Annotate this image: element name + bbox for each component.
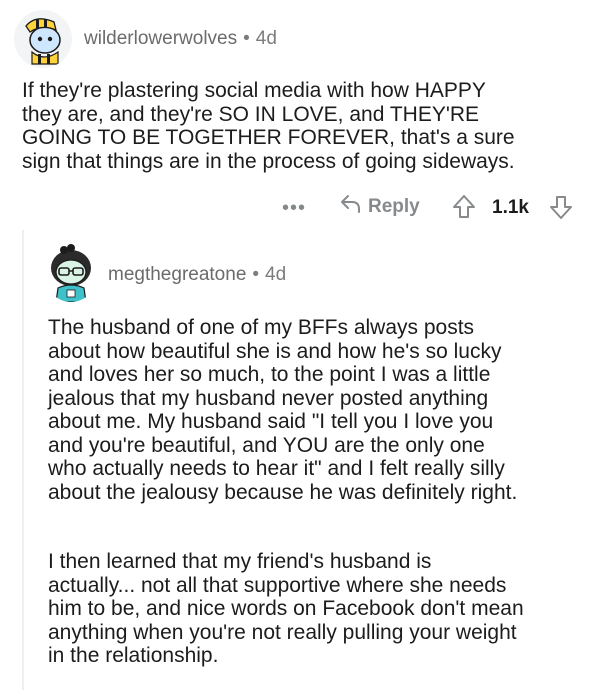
reply-button[interactable]: Reply bbox=[340, 193, 420, 221]
reply-paragraph-2: I then learned that my friend's husband … bbox=[48, 550, 524, 668]
reply-line: actually... not all that supportive wher… bbox=[48, 573, 507, 597]
username[interactable]: megthegreatone bbox=[108, 264, 246, 285]
reply-line: about me. My husband said "I tell you I … bbox=[48, 410, 494, 433]
reply-line: him to be, and nice words on Facebook do… bbox=[48, 597, 524, 620]
reply-line: and you're beautiful, and YOU are the on… bbox=[48, 433, 485, 457]
reply-paragraph-1: The husband of one of my BFFs always pos… bbox=[48, 316, 517, 504]
vote-score: 1.1k bbox=[492, 197, 529, 218]
upvote-arrow-icon[interactable] bbox=[452, 194, 476, 225]
comment-age: 4d bbox=[255, 28, 277, 49]
reply-line: anything when you're not really pulling … bbox=[48, 620, 517, 644]
reply-line: about the jealousy because he was defini… bbox=[48, 480, 518, 504]
reply-line: about how beautiful she is and how he's … bbox=[48, 339, 502, 363]
comment-line: sign that things are in the process of g… bbox=[22, 149, 515, 173]
reply-line: in the relationship. bbox=[48, 644, 219, 667]
comment-body: If they're plastering social media with … bbox=[22, 79, 515, 173]
more-options-button[interactable]: ••• bbox=[282, 197, 306, 220]
comment-line: GOING TO BE TOGETHER FOREVER, that's a s… bbox=[22, 126, 515, 149]
downvote-arrow-icon[interactable] bbox=[549, 194, 573, 225]
reply-line: who actually needs to hear it" and I fel… bbox=[48, 457, 505, 480]
comment-line: they are, and they're SO IN LOVE, and TH… bbox=[22, 102, 480, 126]
reply-line: jealous that my husband never posted any… bbox=[48, 386, 489, 410]
reply-line: The husband of one of my BFFs always pos… bbox=[48, 316, 475, 339]
reply-label: Reply bbox=[368, 196, 420, 217]
avatar[interactable] bbox=[14, 10, 72, 68]
thread-line[interactable] bbox=[22, 230, 24, 690]
reply-age: 4d bbox=[265, 264, 287, 285]
comment-actions: ••• Reply 1.1k bbox=[0, 193, 599, 223]
separator-dot: • bbox=[252, 264, 260, 285]
reply-arrow-icon bbox=[340, 194, 362, 220]
username[interactable]: wilderlowerwolves bbox=[84, 28, 237, 49]
reply-line: and loves her so much, to the point I wa… bbox=[48, 363, 491, 386]
avatar[interactable] bbox=[44, 244, 98, 302]
separator-dot: • bbox=[243, 28, 250, 49]
comment-line: If they're plastering social media with … bbox=[22, 79, 486, 102]
reply-meta: megthegreatone • 4d bbox=[108, 264, 286, 286]
reply-line: I then learned that my friend's husband … bbox=[48, 550, 432, 573]
comment-meta: wilderlowerwolves • 4d bbox=[84, 28, 277, 50]
